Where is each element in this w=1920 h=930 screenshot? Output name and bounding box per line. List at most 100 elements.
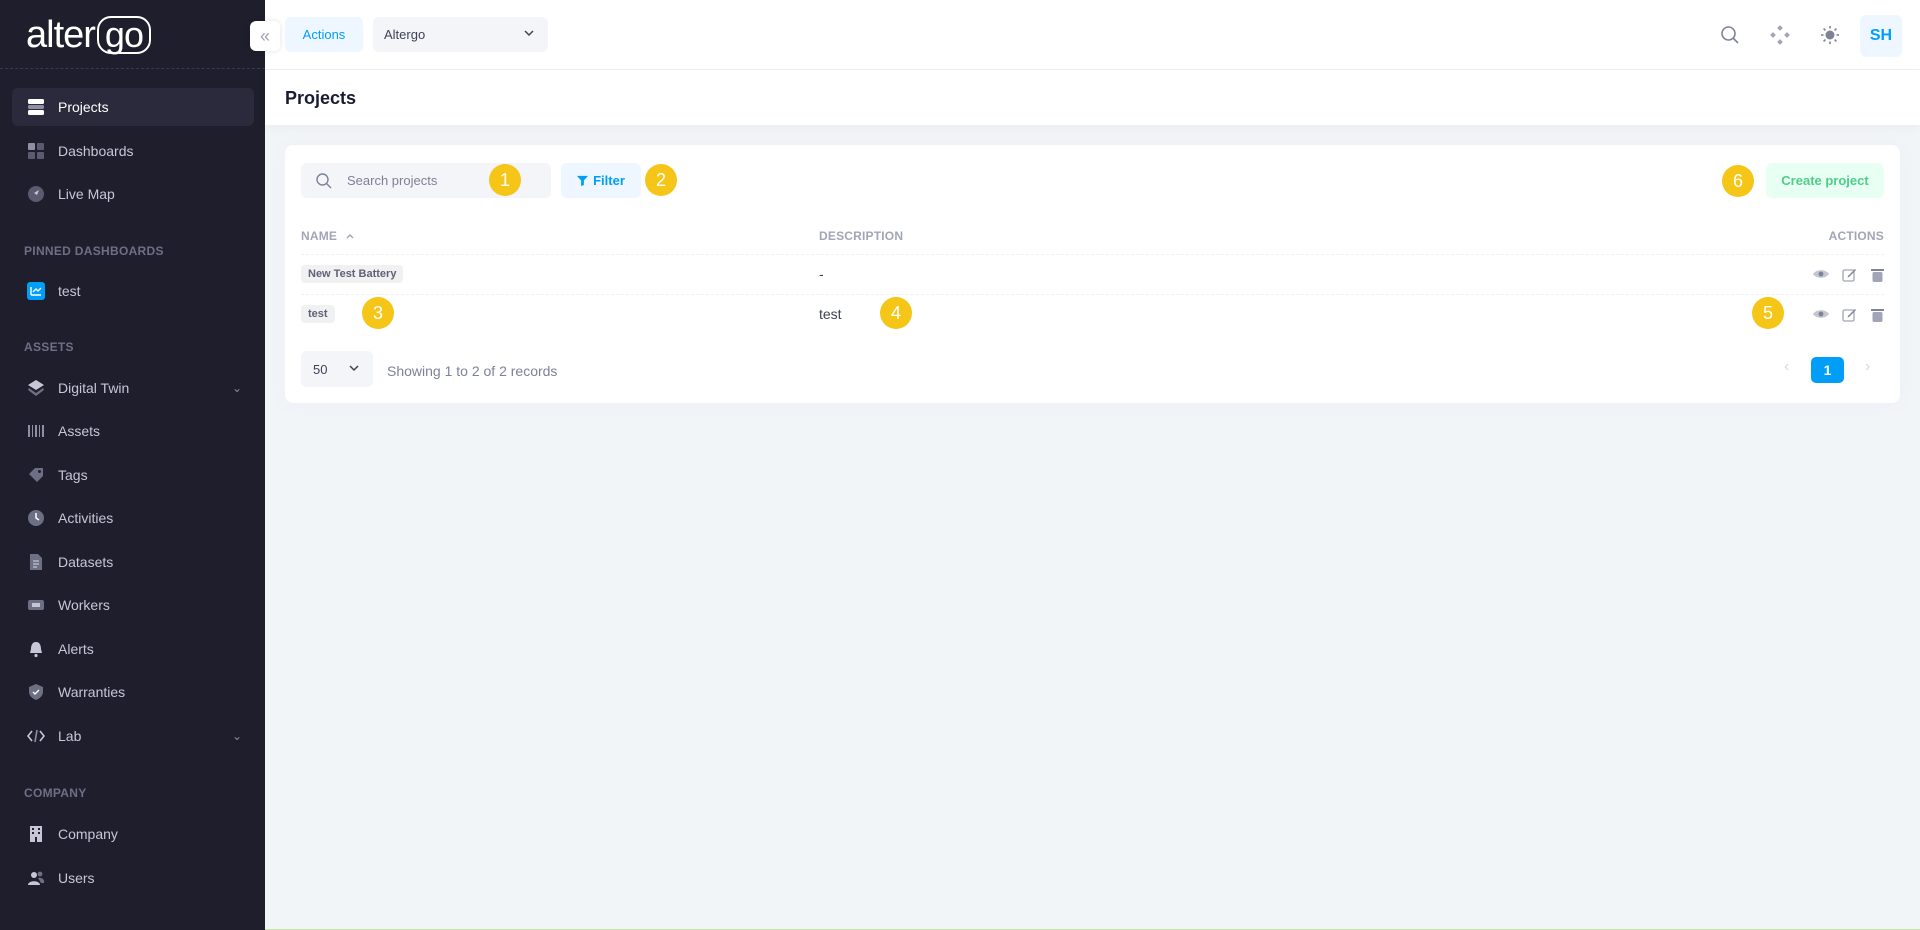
sidebar-item-pinned-test[interactable]: test [12, 272, 254, 310]
next-page-button[interactable]: › [1865, 358, 1870, 376]
sidebar-item-label: test [58, 283, 81, 299]
chevron-down-icon: ⌄ [231, 729, 242, 743]
collapse-sidebar-button[interactable]: « [250, 21, 280, 51]
sidebar-item-label: Alerts [58, 641, 94, 657]
sidebar-item-company[interactable]: Company [12, 815, 254, 853]
user-avatar[interactable]: SH [1860, 15, 1902, 57]
sidebar-item-label: Warranties [58, 684, 126, 700]
view-eye-icon[interactable] [1811, 304, 1831, 324]
sidebar-item-datasets[interactable]: Datasets [12, 543, 254, 581]
assets-heading: ASSETS [24, 340, 74, 354]
project-name-badge[interactable]: New Test Battery [301, 265, 404, 283]
project-name-badge[interactable]: test [301, 305, 335, 323]
filter-button[interactable]: Filter [561, 163, 641, 198]
project-description: - [819, 266, 824, 282]
sidebar-item-label: Digital Twin [58, 380, 130, 396]
users-icon [26, 868, 46, 888]
table-divider [301, 294, 1884, 295]
sidebar-item-alerts[interactable]: Alerts [12, 630, 254, 668]
sidebar-item-dashboards[interactable]: Dashboards [12, 132, 254, 170]
column-header-actions: ACTIONS [1828, 229, 1884, 243]
records-count: Showing 1 to 2 of 2 records [387, 363, 558, 379]
sidebar-item-lab[interactable]: Lab ⌄ [12, 717, 254, 755]
sidebar-item-users[interactable]: Users [12, 859, 254, 897]
clock-icon [26, 508, 46, 528]
map-icon [26, 184, 46, 204]
cpu-icon [26, 595, 46, 615]
chevron-down-icon [347, 361, 361, 378]
view-eye-icon[interactable] [1811, 264, 1831, 284]
bell-icon [26, 639, 46, 659]
organization-select[interactable]: Altergo [373, 17, 548, 52]
sidebar-item-label: Datasets [58, 554, 114, 570]
sidebar-item-tags[interactable]: Tags [12, 456, 254, 494]
organization-select-value: Altergo [384, 27, 426, 42]
sidebar-item-assets[interactable]: Assets [12, 412, 254, 450]
sidebar-item-label: Projects [58, 99, 109, 115]
pinned-dashboards-heading: PINNED DASHBOARDS [24, 244, 164, 258]
dashboards-icon [26, 141, 46, 161]
annotation-marker: 3 [362, 297, 394, 329]
chart-icon [26, 281, 46, 301]
sidebar-item-label: Tags [58, 467, 88, 483]
layers-icon [26, 378, 46, 398]
search-icon[interactable] [1712, 17, 1748, 53]
company-heading: COMPANY [24, 786, 87, 800]
create-project-button[interactable]: Create project [1766, 163, 1884, 198]
sidebar-item-label: Lab [58, 728, 82, 744]
project-description: test [819, 306, 842, 322]
sidebar-item-activities[interactable]: Activities [12, 499, 254, 537]
edit-icon[interactable] [1839, 264, 1859, 284]
sidebar-item-label: Assets [58, 423, 101, 439]
page-title: Projects [285, 88, 357, 108]
sort-ascending-icon [345, 229, 355, 243]
delete-trash-icon[interactable] [1867, 304, 1887, 324]
tag-icon [26, 465, 46, 485]
sidebar-item-workers[interactable]: Workers [12, 586, 254, 624]
projects-icon [26, 97, 46, 117]
edit-icon[interactable] [1839, 304, 1859, 324]
sidebar: alter go Projects Dashboards Live Map PIN… [0, 0, 265, 930]
sun-icon[interactable] [1812, 17, 1848, 53]
annotation-marker: 4 [880, 297, 912, 329]
page-size-select[interactable]: 50 [301, 351, 373, 387]
document-icon [26, 552, 46, 572]
table-divider [301, 254, 1884, 255]
sidebar-item-digital-twin[interactable]: Digital Twin ⌄ [12, 369, 254, 407]
projects-card: Filter Create project NAME DESCRIPTION A… [285, 145, 1900, 403]
sidebar-item-live-map[interactable]: Live Map [12, 175, 254, 213]
chevron-down-icon [522, 26, 536, 43]
sidebar-item-label: Users [58, 870, 95, 886]
sidebar-item-label: Workers [58, 597, 110, 613]
building-icon [26, 824, 46, 844]
sidebar-item-projects[interactable]: Projects [12, 88, 254, 126]
actions-button[interactable]: Actions [285, 17, 363, 52]
sidebar-item-label: Dashboards [58, 143, 134, 159]
page-title-bar: Projects [265, 70, 1920, 125]
sidebar-divider [0, 68, 265, 69]
annotation-marker: 2 [645, 164, 677, 196]
apps-icon[interactable] [1762, 17, 1798, 53]
top-header: Actions Altergo SH [265, 0, 1920, 70]
annotation-marker: 1 [489, 164, 521, 196]
column-header-label: NAME [301, 229, 338, 243]
logo-text-boxed: go [96, 16, 151, 54]
sidebar-item-label: Company [58, 826, 118, 842]
filter-icon [577, 175, 589, 186]
filter-button-label: Filter [593, 173, 625, 188]
page-button-current[interactable]: 1 [1811, 357, 1844, 383]
previous-page-button[interactable]: ‹ [1784, 358, 1789, 376]
annotation-marker: 5 [1752, 297, 1784, 329]
sidebar-item-warranties[interactable]: Warranties [12, 673, 254, 711]
delete-trash-icon[interactable] [1867, 264, 1887, 284]
double-chevron-left-icon: « [259, 25, 270, 46]
annotation-marker: 6 [1722, 165, 1754, 197]
shield-icon [26, 682, 46, 702]
altergo-logo[interactable]: alter go [26, 14, 151, 56]
search-icon [315, 172, 333, 195]
page-size-value: 50 [313, 361, 328, 377]
sidebar-item-label: Activities [58, 510, 114, 526]
logo-text: alter [26, 13, 96, 56]
chevron-down-icon: ⌄ [231, 381, 242, 395]
column-header-name[interactable]: NAME [301, 229, 355, 243]
